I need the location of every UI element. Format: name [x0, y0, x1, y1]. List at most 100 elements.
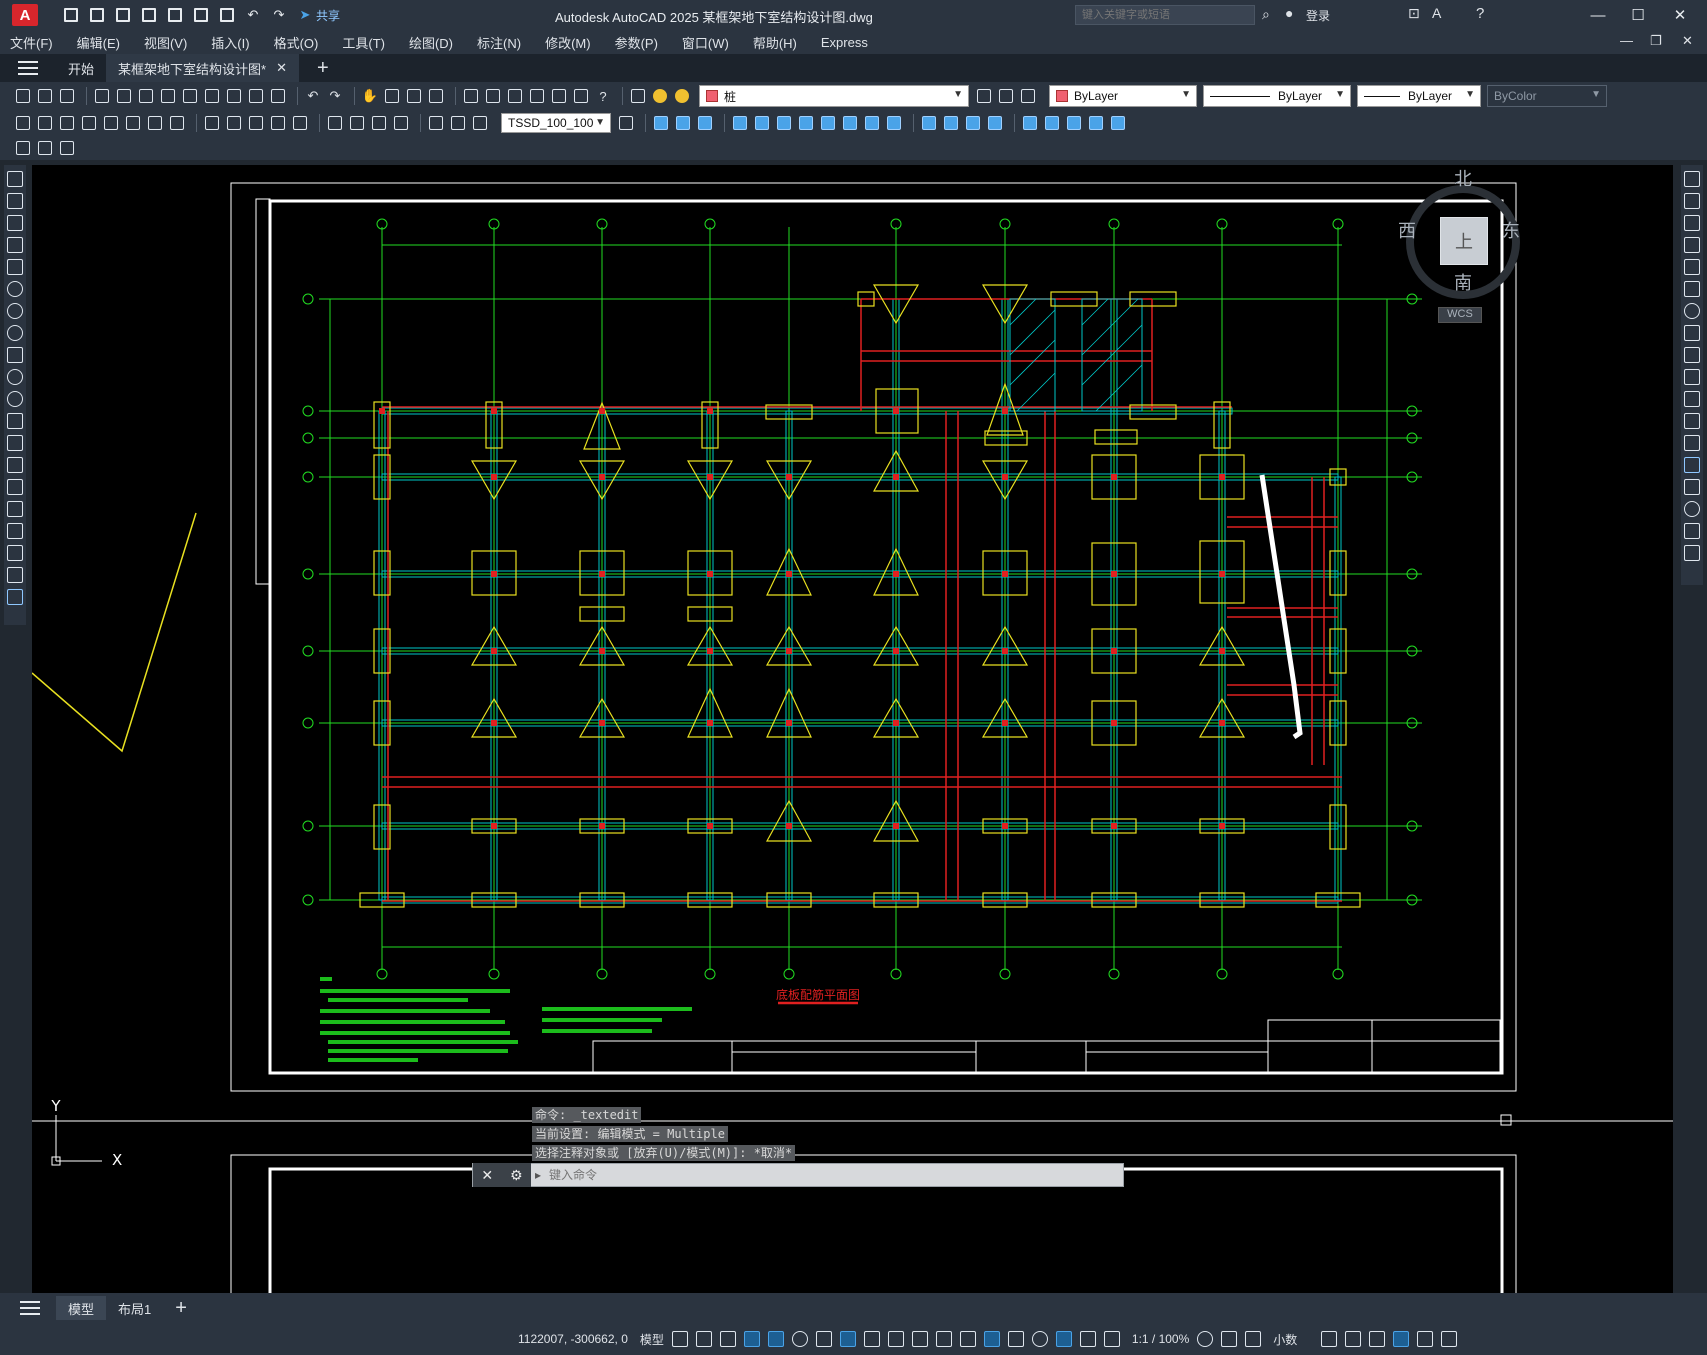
cut-icon[interactable] — [181, 87, 199, 105]
file-tabs-menu-icon[interactable] — [18, 61, 38, 75]
check-icon[interactable] — [1065, 114, 1083, 132]
tool-palettes-icon[interactable] — [506, 87, 524, 105]
clean-screen-icon[interactable] — [1417, 1331, 1434, 1347]
jogged-dim-icon[interactable] — [124, 114, 142, 132]
learn-icon[interactable]: A — [1432, 5, 1441, 21]
dim-style-manager-icon[interactable] — [617, 114, 635, 132]
separate-icon[interactable] — [964, 114, 982, 132]
revision-cloud-icon[interactable] — [7, 325, 23, 341]
annotation-scale-value[interactable]: 1:1 / 100% — [1132, 1332, 1189, 1346]
snap-icon[interactable] — [695, 1331, 712, 1347]
diameter-dim-icon[interactable] — [146, 114, 164, 132]
zoom-realtime-icon[interactable] — [383, 87, 401, 105]
trim-icon[interactable] — [1684, 369, 1700, 385]
fillet-icon[interactable] — [1684, 501, 1700, 517]
arc-length-icon[interactable] — [58, 114, 76, 132]
dynamic-input-icon[interactable] — [743, 1331, 760, 1347]
array-icon[interactable] — [1684, 259, 1700, 275]
make-block-icon[interactable] — [7, 435, 23, 451]
viewcube-south[interactable]: 南 — [1454, 269, 1472, 295]
drawing-svg[interactable]: 底板配筋平面图 Y X — [32, 165, 1673, 1293]
viewcube-east[interactable]: 东 — [1502, 217, 1520, 243]
lineweight-icon[interactable] — [887, 1331, 904, 1347]
add-layout-icon[interactable]: + — [175, 1297, 187, 1320]
redo-icon[interactable]: ↷ — [268, 4, 290, 26]
autocad-logo-icon[interactable]: A — [12, 4, 38, 26]
infer-constraints-icon[interactable] — [719, 1331, 736, 1347]
qnew-icon[interactable] — [14, 87, 32, 105]
slice-icon[interactable] — [1087, 114, 1105, 132]
chamfer-icon[interactable] — [1684, 479, 1700, 495]
command-prompt-icon[interactable]: ▸ — [535, 1168, 541, 1182]
menu-modify[interactable]: 修改(M) — [545, 33, 591, 52]
inspect-icon[interactable] — [370, 114, 388, 132]
help-icon[interactable]: ? — [1476, 5, 1484, 22]
print-preview-icon[interactable] — [115, 87, 133, 105]
polygon-icon[interactable] — [7, 237, 23, 253]
menu-insert[interactable]: 插入(I) — [211, 33, 249, 52]
dimstyle-dropdown[interactable]: TSSD_100_100 ▼ — [501, 113, 611, 133]
markup-icon[interactable] — [550, 87, 568, 105]
color-dropdown[interactable]: ByLayer ▼ — [1049, 85, 1197, 107]
viewcube-north[interactable]: 北 — [1454, 165, 1472, 191]
cart-icon[interactable]: ⊡ — [1408, 5, 1420, 22]
isodraft-icon[interactable] — [815, 1331, 832, 1347]
open-web-icon[interactable] — [164, 4, 186, 26]
search-input[interactable] — [1075, 5, 1255, 25]
shell-icon[interactable] — [986, 114, 1004, 132]
mirror-icon[interactable] — [1684, 215, 1700, 231]
block-editor-icon[interactable] — [269, 87, 287, 105]
radius-dim-icon[interactable] — [102, 114, 120, 132]
tab-drawing[interactable]: 某框架地下室结构设计图* ✕ — [106, 54, 299, 82]
copy-icon[interactable] — [203, 87, 221, 105]
table-icon[interactable] — [7, 545, 23, 561]
tab-start[interactable]: 开始 — [56, 54, 106, 82]
command-input[interactable] — [549, 1168, 1110, 1182]
properties-icon[interactable] — [462, 87, 480, 105]
aligned-dim-icon[interactable] — [36, 114, 54, 132]
units-value[interactable]: 小数 — [1273, 1331, 1297, 1348]
annotation-scale-icon[interactable] — [1103, 1331, 1120, 1347]
table-style-icon[interactable] — [36, 139, 54, 157]
layer-dropdown[interactable]: 桩 ▼ — [699, 85, 969, 107]
multiline-text-icon[interactable] — [7, 567, 23, 583]
imprint-icon[interactable] — [920, 114, 938, 132]
angular-dim-icon[interactable] — [168, 114, 186, 132]
help-tool-icon[interactable]: ? — [594, 87, 612, 105]
stray-polyline[interactable] — [32, 512, 197, 753]
selection-cycling-icon[interactable] — [935, 1331, 952, 1347]
command-close-icon[interactable]: ✕ — [481, 1167, 493, 1184]
ordinate-dim-icon[interactable] — [80, 114, 98, 132]
layer-properties-icon[interactable] — [629, 87, 647, 105]
annotation-visibility-icon[interactable] — [1055, 1331, 1072, 1347]
plot-icon[interactable] — [216, 4, 238, 26]
customization-icon[interactable] — [1441, 1331, 1458, 1347]
multileader-style-icon[interactable] — [58, 139, 76, 157]
transparency-icon[interactable] — [911, 1331, 928, 1347]
new-tab-icon[interactable]: + — [317, 57, 329, 80]
menu-format[interactable]: 格式(O) — [274, 33, 319, 52]
units-icon[interactable] — [1245, 1331, 1262, 1347]
light-bulb-icon[interactable] — [651, 87, 669, 105]
sheet-set-icon[interactable] — [528, 87, 546, 105]
construction-line-icon[interactable] — [7, 193, 23, 209]
dim-edit-icon[interactable] — [427, 114, 445, 132]
coordinates-readout[interactable]: 1122007, -300662, 0 — [518, 1332, 628, 1346]
model-space-toggle[interactable]: 模型 — [640, 1331, 664, 1348]
menu-parametric[interactable]: 参数(P) — [615, 33, 658, 52]
text-style-icon[interactable] — [14, 139, 32, 157]
save-tool-icon[interactable] — [58, 87, 76, 105]
extend-icon[interactable] — [1684, 391, 1700, 407]
annotation-monitor-icon[interactable] — [1221, 1331, 1238, 1347]
grid-icon[interactable] — [671, 1331, 688, 1347]
rotate-faces-icon[interactable] — [819, 114, 837, 132]
break-at-point-icon[interactable] — [1684, 413, 1700, 429]
erase-icon[interactable] — [1684, 171, 1700, 187]
offset-icon[interactable] — [1684, 237, 1700, 253]
polar-tracking-icon[interactable] — [791, 1331, 808, 1347]
undo-tool-icon[interactable]: ↶ — [304, 87, 322, 105]
minimize-icon[interactable]: — — [1580, 4, 1616, 26]
doc-close-icon[interactable]: ✕ — [1682, 33, 1693, 49]
workspace-gear-icon[interactable] — [1197, 1331, 1214, 1347]
solid-subtract-icon[interactable] — [696, 114, 714, 132]
